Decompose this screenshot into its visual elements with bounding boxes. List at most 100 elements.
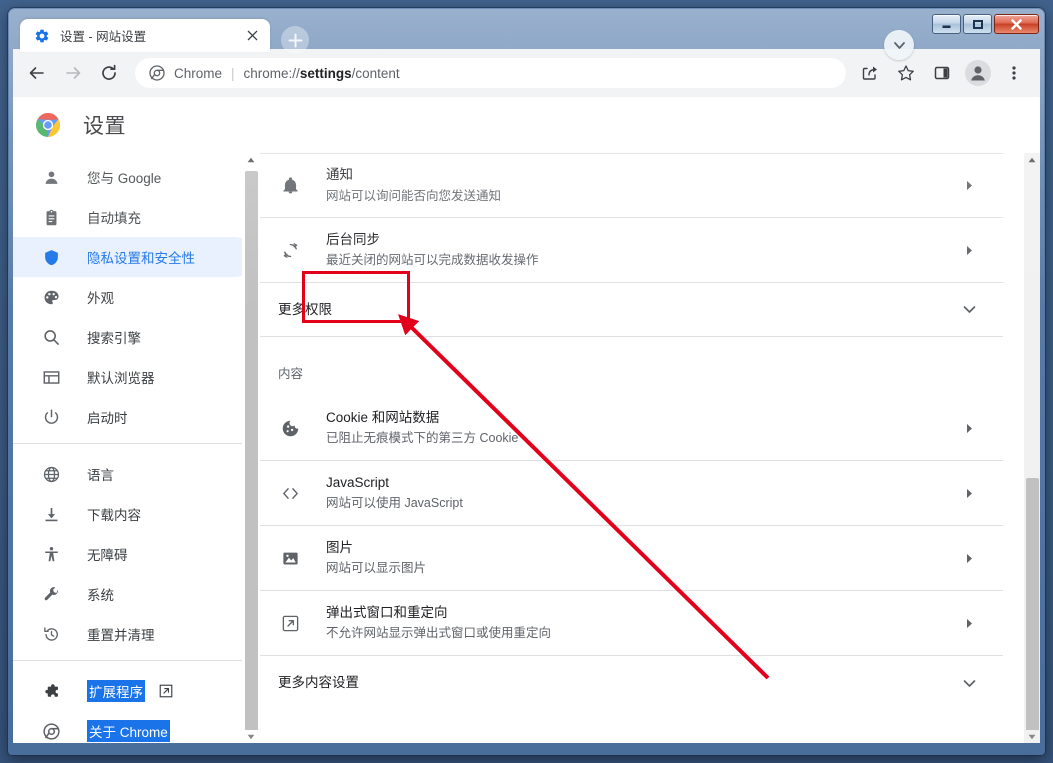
browser-icon [41,367,61,387]
sidebar-item-label: 重置并清理 [87,628,155,643]
omnibox-site-label: Chrome [174,65,223,81]
maximize-button[interactable] [963,14,992,34]
browser-tab[interactable]: 设置 - 网站设置 [20,19,270,52]
setting-row-more-permissions[interactable]: 更多权限 [260,283,1003,337]
setting-title: 更多内容设置 [278,675,359,691]
palette-icon [41,287,61,307]
sidebar-item-default-browser[interactable]: 默认浏览器 [13,357,255,397]
globe-icon [41,464,61,484]
puzzle-icon [41,681,61,701]
setting-row-text: 通知 网站可以询问能否向您发送通知 [326,165,957,205]
setting-title: JavaScript [326,474,390,490]
sidebar-item-privacy-security[interactable]: 隐私设置和安全性 [13,237,255,277]
setting-subtitle: 网站可以询问能否向您发送通知 [326,188,502,203]
content-section-label: 内容 [278,367,304,381]
desktop-background: 设置 - 网站设置 Chrome | chrome://settings/con… [0,0,1053,763]
person-icon [41,167,61,187]
sidebar-item-autofill[interactable]: 自动填充 [13,197,255,237]
profile-avatar-icon[interactable] [963,58,993,88]
main-scrollbar-thumb[interactable] [1026,478,1039,740]
sidebar-scrollbar-thumb[interactable] [245,171,258,731]
sidebar-item-extensions[interactable]: 扩展程序 [13,671,255,711]
address-bar[interactable]: Chrome | chrome://settings/content [135,58,846,88]
browser-window: 设置 - 网站设置 Chrome | chrome://settings/con… [8,8,1045,755]
tab-search-button[interactable] [884,30,914,60]
chevron-down-icon[interactable] [957,679,981,688]
setting-row-text: 后台同步 最近关闭的网站可以完成数据收发操作 [326,230,957,270]
setting-row-notifications[interactable]: 通知 网站可以询问能否向您发送通知 [260,153,1003,218]
chevron-right-icon[interactable] [957,553,981,564]
sidebar-item-search-engine[interactable]: 搜索引擎 [13,317,255,357]
sidebar-item-label: 扩展程序 [87,680,145,702]
sidebar-item-label: 自动填充 [87,211,141,226]
external-link-icon[interactable] [159,684,173,698]
sidebar-item-about-chrome[interactable]: 关于 Chrome [13,711,255,743]
sidebar-item-label: 语言 [87,468,114,483]
sidebar-item-label: 搜索引擎 [87,331,141,346]
sidebar-item-label: 默认浏览器 [87,371,155,386]
sidebar-item-accessibility[interactable]: 无障碍 [13,534,255,574]
omnibox-separator: | [231,65,235,81]
more-menu-icon[interactable] [999,58,1029,88]
settings-body: 您与 Google 自动填充 隐私设置和安全性 外观 搜索引擎 默认浏览器 启动… [13,153,1040,743]
window-controls [932,14,1039,34]
chrome-icon [41,721,61,741]
tab-close-icon[interactable] [242,26,262,46]
main-scrollbar[interactable] [1023,153,1040,743]
sidebar-item-system[interactable]: 系统 [13,574,255,614]
chrome-logo-icon [35,112,61,138]
scroll-up-icon[interactable] [243,153,259,166]
autofill-icon [41,207,61,227]
sidebar-item-languages[interactable]: 语言 [13,454,255,494]
setting-row-text: JavaScript 网站可以使用 JavaScript [326,473,957,513]
sidebar-scrollbar[interactable] [242,153,259,743]
sidebar-item-label: 您与 Google [87,171,162,186]
power-icon [41,407,61,427]
setting-row-cookies[interactable]: Cookie 和网站数据 已阻止无痕模式下的第三方 Cookie [260,396,1003,461]
chevron-right-icon[interactable] [957,423,981,434]
scroll-up-icon[interactable] [1024,153,1040,166]
sidebar-item-on-startup[interactable]: 启动时 [13,397,255,437]
setting-row-text: 更多权限 [278,300,957,320]
search-icon [41,327,61,347]
setting-row-javascript[interactable]: JavaScript 网站可以使用 JavaScript [260,461,1003,526]
chevron-right-icon[interactable] [957,488,981,499]
reload-icon[interactable] [94,58,124,88]
chevron-right-icon[interactable] [957,618,981,629]
chevron-right-icon[interactable] [957,180,981,191]
new-tab-button[interactable] [281,26,309,54]
sidebar-item-appearance[interactable]: 外观 [13,277,255,317]
side-panel-icon[interactable] [927,58,957,88]
setting-row-popups-redirects[interactable]: 弹出式窗口和重定向 不允许网站显示弹出式窗口或使用重定向 [260,591,1003,656]
sidebar-item-reset-cleanup[interactable]: 重置并清理 [13,614,255,654]
scroll-down-icon[interactable] [1024,730,1040,743]
forward-icon[interactable] [58,58,88,88]
close-button[interactable] [994,14,1039,34]
back-icon[interactable] [22,58,52,88]
sidebar-group-3: 扩展程序 关于 Chrome [13,660,259,743]
sidebar-item-you-and-google[interactable]: 您与 Google [13,157,255,197]
shield-icon [41,247,61,267]
setting-row-background-sync[interactable]: 后台同步 最近关闭的网站可以完成数据收发操作 [260,218,1003,283]
setting-row-more-content-settings[interactable]: 更多内容设置 [260,656,1003,710]
download-icon [41,504,61,524]
sidebar-item-label: 启动时 [87,411,128,426]
wrench-icon [41,584,61,604]
permissions-card: 通知 网站可以询问能否向您发送通知 后台同步 最近关闭的网站可以完成数据收发操作… [260,153,1003,710]
scroll-down-icon[interactable] [243,730,259,743]
share-icon[interactable] [855,58,885,88]
minimize-button[interactable] [932,14,961,34]
setting-title: 更多权限 [278,301,332,317]
setting-subtitle: 最近关闭的网站可以完成数据收发操作 [326,253,539,268]
sidebar-item-downloads[interactable]: 下载内容 [13,494,255,534]
cookie-icon [278,416,302,440]
sidebar-item-label: 下载内容 [87,508,141,523]
setting-subtitle: 不允许网站显示弹出式窗口或使用重定向 [326,626,552,641]
setting-row-text: 弹出式窗口和重定向 不允许网站显示弹出式窗口或使用重定向 [326,603,957,643]
chevron-down-icon[interactable] [957,305,981,314]
setting-title: 后台同步 [326,231,380,247]
url-suffix: /content [351,65,400,81]
chevron-right-icon[interactable] [957,245,981,256]
bookmark-star-icon[interactable] [891,58,921,88]
setting-row-images[interactable]: 图片 网站可以显示图片 [260,526,1003,591]
